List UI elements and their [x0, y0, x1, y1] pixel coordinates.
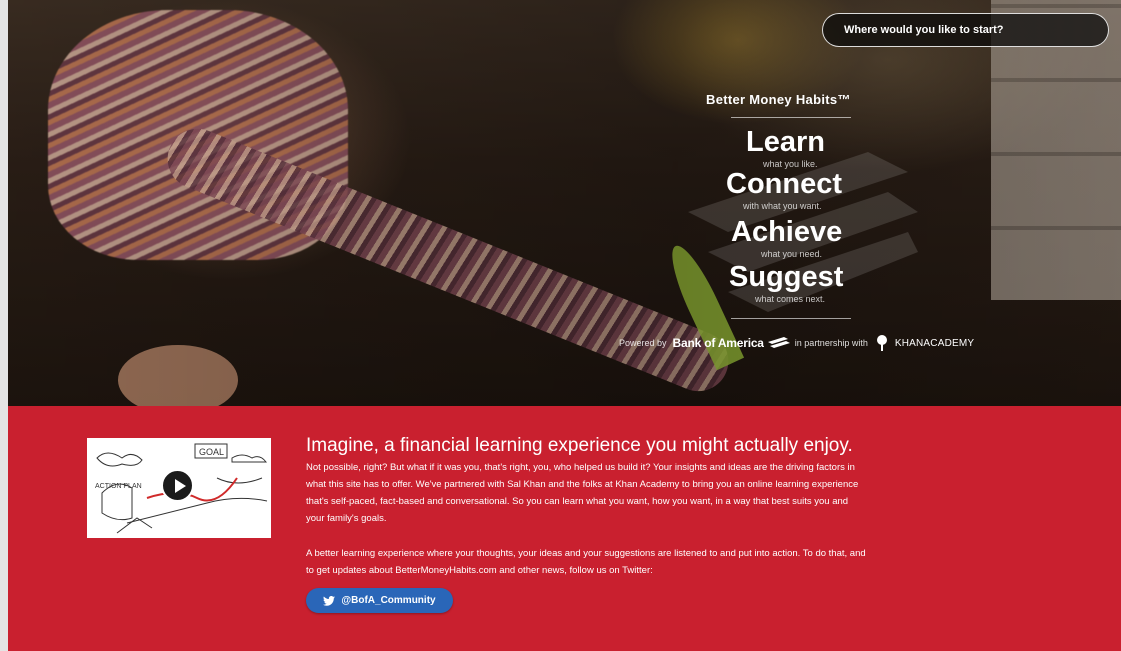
hero-banner: Where would you like to start? Better Mo… [8, 0, 1121, 406]
pillar-suggest-sub: what comes next. [755, 294, 826, 304]
partnership-label: in partnership with [794, 338, 868, 348]
twitter-follow-button[interactable]: @BofA_Community [306, 588, 453, 613]
pillar-learn: Learn [746, 126, 825, 158]
play-icon[interactable] [161, 469, 194, 502]
where-to-start-label: Where would you like to start? [844, 24, 1004, 36]
page-frame: Where would you like to start? Better Mo… [0, 0, 1121, 651]
pillar-achieve: Achieve [731, 216, 843, 248]
intro-video-thumbnail[interactable]: GOAL ACTION PLAN [87, 438, 271, 538]
powered-by-strip: Powered by Bank of America in partnershi… [619, 333, 974, 353]
action-plan-label: ACTION PLAN [95, 483, 142, 490]
khan-academy-tree-icon [876, 335, 887, 351]
twitter-bird-icon [323, 595, 336, 606]
khan-academy-logo: KHANACADEMY [894, 337, 975, 349]
divider-top [731, 117, 851, 118]
pillar-connect: Connect [726, 168, 842, 200]
divider-bottom [731, 318, 851, 319]
twitter-handle: @BofA_Community [341, 595, 436, 606]
intro-paragraph-2: A better learning experience where your … [306, 548, 866, 576]
intro-paragraph-1: Not possible, right? But what if it was … [306, 462, 859, 524]
pillar-suggest: Suggest [729, 261, 844, 293]
goal-label: GOAL [199, 447, 224, 457]
bank-of-america-logo: Bank of America [672, 336, 764, 350]
brand-title: Better Money Habits™ [706, 92, 851, 107]
bank-of-america-flag-icon [767, 337, 790, 348]
pillar-connect-sub: with what you want. [743, 201, 822, 211]
intro-headline: Imagine, a financial learning experience… [306, 435, 853, 456]
powered-by-label: Powered by [619, 338, 667, 348]
where-to-start-button[interactable]: Where would you like to start? [822, 13, 1109, 47]
intro-section: GOAL ACTION PLAN Imagine, a financial le… [8, 406, 1121, 651]
page: Where would you like to start? Better Mo… [8, 0, 1121, 651]
pillar-achieve-sub: what you need. [761, 249, 823, 259]
